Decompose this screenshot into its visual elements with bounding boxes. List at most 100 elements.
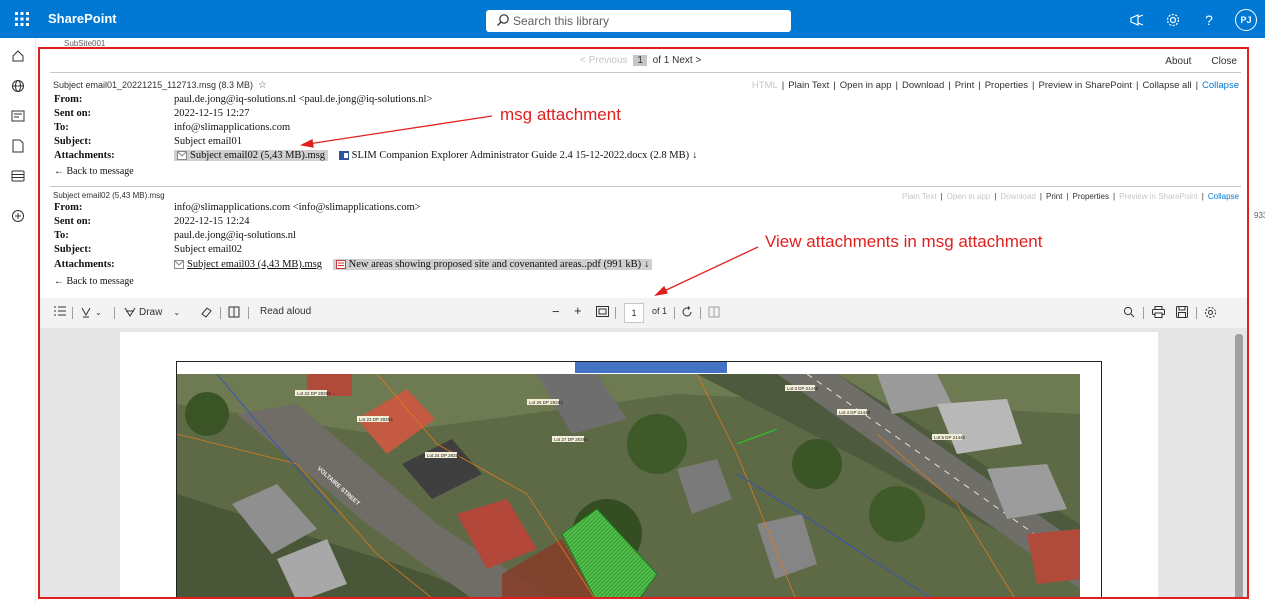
star-icon[interactable]: ☆ <box>258 80 267 91</box>
map-label: Lot 24 DP 28394 <box>427 453 461 458</box>
open-in-app-link[interactable]: Open in app <box>947 192 991 201</box>
file-icon[interactable] <box>8 136 28 156</box>
help-icon[interactable]: ? <box>1199 10 1219 30</box>
search-icon[interactable] <box>1123 306 1135 318</box>
from-value: info@slimapplications.com <info@slimappl… <box>174 202 421 213</box>
message-title: Subject email01_20221215_112713.msg (8.3… <box>53 80 253 90</box>
chevron-down-icon: ⌄ <box>95 307 102 317</box>
draw-tool[interactable]: Draw ⌄ <box>124 306 180 318</box>
scrollbar[interactable] <box>1235 334 1243 597</box>
toolbar-separator <box>220 307 221 319</box>
to-label: To: <box>54 122 69 133</box>
site-plan: Lot 22 DP 28394 Lot 23 DP 28394 Lot 24 D… <box>176 361 1102 597</box>
preview-link[interactable]: Preview in SharePoint <box>1039 80 1132 91</box>
search-input[interactable] <box>513 13 783 29</box>
two-page-icon[interactable] <box>708 306 720 318</box>
sent-value: 2022-12-15 12:27 <box>174 108 250 119</box>
html-link[interactable]: HTML <box>752 80 778 91</box>
suite-bar: SharePoint ? PJ <box>0 0 1265 38</box>
collapse-link[interactable]: Collapse <box>1208 192 1239 201</box>
draw-icon <box>124 307 136 317</box>
save-icon[interactable] <box>1176 306 1188 318</box>
map-label: Lot 4 DP 21440 <box>839 410 871 415</box>
aerial-map: Lot 22 DP 28394 Lot 23 DP 28394 Lot 24 D… <box>177 374 1080 597</box>
app-brand[interactable]: SharePoint <box>48 11 117 26</box>
zoom-in-button[interactable]: + <box>574 303 582 318</box>
previous-link[interactable]: < Previous <box>580 55 628 66</box>
pdf-viewer[interactable]: Lot 22 DP 28394 Lot 23 DP 28394 Lot 24 D… <box>40 328 1247 597</box>
plain-text-link[interactable]: Plain Text <box>788 80 829 91</box>
draw-label: Draw <box>139 306 163 318</box>
attachments-label: Attachments: <box>54 150 115 161</box>
to-value: paul.de.jong@iq-solutions.nl <box>174 230 296 241</box>
subject-label: Subject: <box>54 136 92 147</box>
fit-page-icon[interactable] <box>596 306 609 317</box>
chevron-down-icon: ⌄ <box>173 307 181 317</box>
pdf-toolbar: ⌄ Draw ⌄ Read aloud − + 1 of 1 <box>40 298 1247 328</box>
back-to-message-link[interactable]: ← Back to message <box>54 166 134 177</box>
add-icon[interactable] <box>8 206 28 226</box>
page-count: of 1 <box>652 306 668 316</box>
news-icon[interactable] <box>8 106 28 126</box>
toolbar-separator <box>615 307 616 319</box>
close-link[interactable]: Close <box>1211 56 1237 67</box>
attachment-msg[interactable]: Subject email02 (5,43 MB).msg <box>174 150 329 161</box>
left-rail <box>0 38 36 604</box>
next-link[interactable]: of 1 Next > <box>653 55 702 66</box>
search-icon <box>497 14 509 26</box>
map-label: Lot 23 DP 28394 <box>359 417 393 422</box>
megaphone-icon[interactable] <box>1127 10 1147 30</box>
envelope-icon <box>177 151 187 160</box>
print-link[interactable]: Print <box>1046 192 1062 201</box>
app-launcher-icon[interactable] <box>10 7 34 31</box>
collapse-link[interactable]: Collapse <box>1202 80 1239 91</box>
download-link[interactable]: Download <box>1000 192 1036 201</box>
divider <box>50 72 1241 73</box>
globe-icon[interactable] <box>8 76 28 96</box>
from-label: From: <box>54 94 83 105</box>
attachment-pdf[interactable]: New areas showing proposed site and cove… <box>332 259 653 270</box>
toolbar-separator <box>248 307 249 319</box>
edge-text: 933 <box>1254 211 1265 220</box>
avatar[interactable]: PJ <box>1235 9 1257 31</box>
collapse-all-link[interactable]: Collapse all <box>1142 80 1191 91</box>
zoom-out-button[interactable]: − <box>552 304 560 319</box>
print-link[interactable]: Print <box>955 80 975 91</box>
message-actions: HTML | Plain Text | Open in app | Download | Pri… <box>751 80 1239 91</box>
divider <box>50 186 1241 187</box>
attachment-docx[interactable]: SLIM Companion Explorer Administrator Gu… <box>338 150 697 161</box>
toolbar-separator <box>114 307 115 319</box>
print-icon[interactable] <box>1152 306 1165 318</box>
gear-icon[interactable] <box>1204 306 1217 319</box>
message-actions: Plain Text | Open in app | Download | Print | Pr… <box>902 192 1239 201</box>
download-arrow-icon[interactable]: ↓ <box>692 150 697 161</box>
eraser-icon[interactable] <box>200 306 212 318</box>
contents-icon[interactable] <box>54 306 66 316</box>
plain-text-link[interactable]: Plain Text <box>902 192 937 201</box>
back-to-message-link[interactable]: ← Back to message <box>54 276 134 287</box>
download-arrow-icon[interactable]: ↓ <box>644 259 649 270</box>
gear-icon[interactable] <box>1163 10 1183 30</box>
attachment-msg[interactable]: Subject email03 (4,43 MB).msg <box>174 259 322 270</box>
page-number-input[interactable]: 1 <box>624 303 644 323</box>
highlighter-icon <box>81 307 91 318</box>
open-in-app-link[interactable]: Open in app <box>840 80 892 91</box>
list-icon[interactable] <box>8 166 28 186</box>
attachments-label: Attachments: <box>54 259 115 270</box>
properties-link[interactable]: Properties <box>1073 192 1109 201</box>
search-box[interactable] <box>486 10 791 32</box>
map-label: Lot 22 DP 28394 <box>297 391 331 396</box>
home-icon[interactable] <box>8 46 28 66</box>
text-box-icon[interactable] <box>228 306 240 318</box>
subject-value: Subject email02 <box>174 244 242 255</box>
map-label: Lot 26 DP 28394 <box>529 400 563 405</box>
about-link[interactable]: About <box>1165 56 1191 67</box>
annotation-msg-attachment: msg attachment <box>500 105 621 124</box>
properties-link[interactable]: Properties <box>985 80 1028 91</box>
download-link[interactable]: Download <box>902 80 944 91</box>
highlight-tool[interactable]: ⌄ <box>80 306 102 318</box>
rotate-icon[interactable] <box>681 306 693 318</box>
read-aloud-button[interactable]: Read aloud <box>260 306 311 317</box>
toolbar-separator <box>72 307 73 319</box>
preview-link[interactable]: Preview in SharePoint <box>1119 192 1198 201</box>
